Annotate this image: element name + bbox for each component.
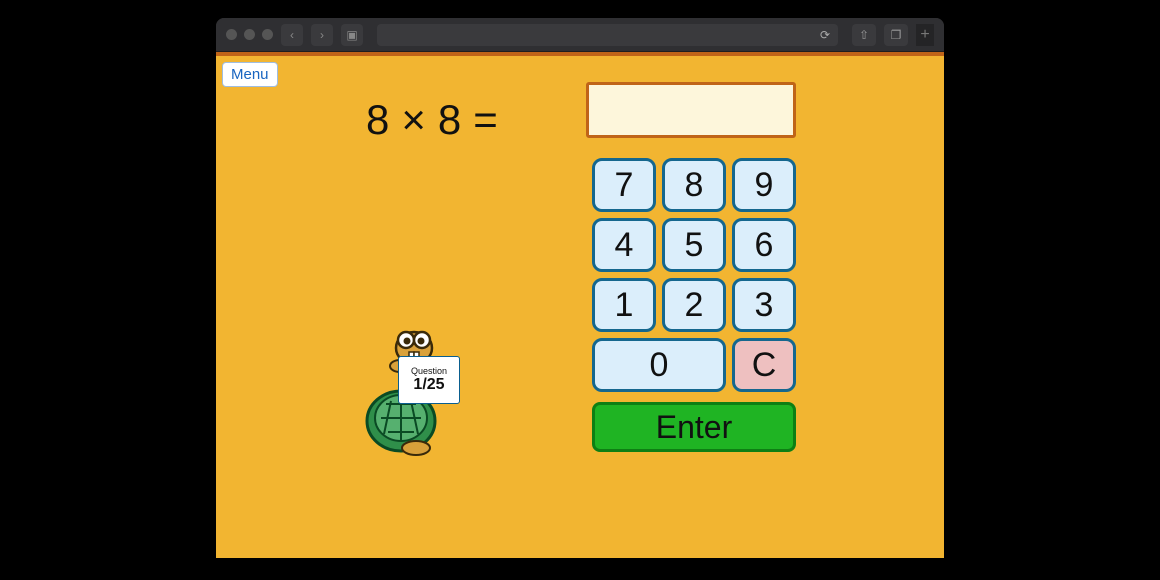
key-8[interactable]: 8 — [662, 158, 726, 212]
progress-label: Question — [411, 366, 447, 376]
key-9[interactable]: 9 — [732, 158, 796, 212]
answer-input[interactable] — [586, 82, 796, 138]
operand-a: 8 — [366, 96, 391, 144]
enter-button[interactable]: Enter — [592, 402, 796, 452]
progress-card: Question 1/25 — [398, 356, 460, 404]
operand-b: 8 — [438, 96, 463, 144]
operator: × — [401, 96, 428, 144]
progress-value: 1/25 — [413, 376, 444, 394]
key-4[interactable]: 4 — [592, 218, 656, 272]
forward-button[interactable]: › — [311, 24, 333, 46]
key-6[interactable]: 6 — [732, 218, 796, 272]
address-bar[interactable]: ⟳ — [377, 24, 838, 46]
sidebar-button[interactable]: ▣ — [341, 24, 363, 46]
equals-sign: = — [473, 96, 500, 144]
key-3[interactable]: 3 — [732, 278, 796, 332]
key-2[interactable]: 2 — [662, 278, 726, 332]
reload-icon[interactable]: ⟳ — [820, 28, 830, 42]
mascot-turtle: Question 1/25 — [356, 326, 476, 456]
key-7[interactable]: 7 — [592, 158, 656, 212]
key-0[interactable]: 0 — [592, 338, 726, 392]
equation-display: 8 × 8 = — [366, 96, 500, 144]
menu-button[interactable]: Menu — [222, 62, 278, 87]
close-dot[interactable] — [226, 29, 237, 40]
minimize-dot[interactable] — [244, 29, 255, 40]
back-button[interactable]: ‹ — [281, 24, 303, 46]
share-button[interactable]: ⇧ — [852, 24, 876, 46]
zoom-dot[interactable] — [262, 29, 273, 40]
key-5[interactable]: 5 — [662, 218, 726, 272]
key-clear[interactable]: C — [732, 338, 796, 392]
window-controls[interactable] — [226, 29, 273, 40]
key-1[interactable]: 1 — [592, 278, 656, 332]
new-tab-button[interactable]: + — [916, 24, 934, 46]
keypad: 7 8 9 4 5 6 1 2 3 0 C Enter — [592, 158, 798, 452]
titlebar: ‹ › ▣ ⟳ ⇧ ❐ + — [216, 18, 944, 52]
tabs-button[interactable]: ❐ — [884, 24, 908, 46]
app-page: Menu 8 × 8 = 7 8 9 4 5 6 1 2 3 — [216, 52, 944, 558]
browser-window: ‹ › ▣ ⟳ ⇧ ❐ + Menu 8 × 8 = 7 8 9 4 5 — [216, 18, 944, 558]
